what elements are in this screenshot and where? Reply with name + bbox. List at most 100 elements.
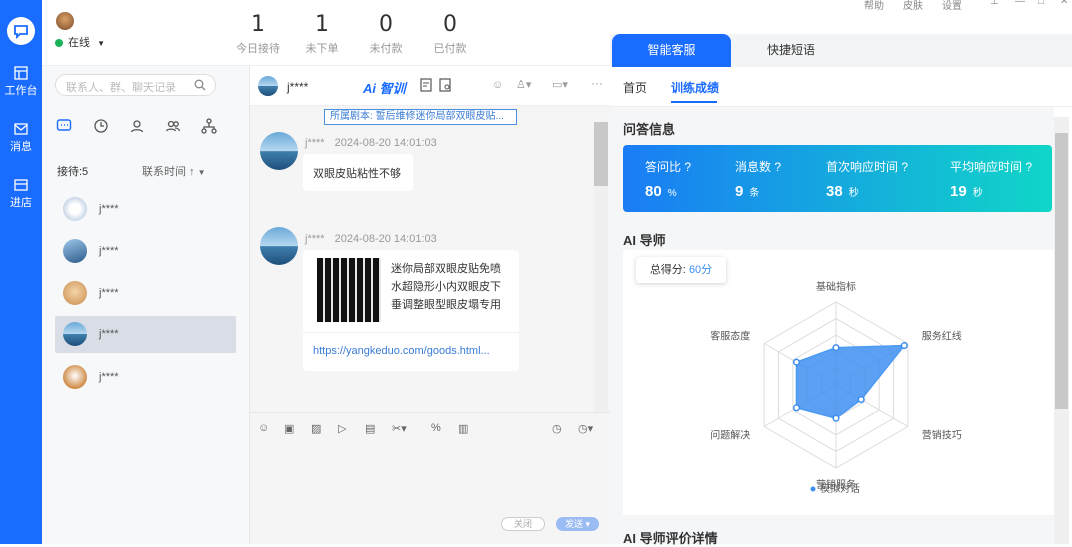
nav-item-messages[interactable]: 消息 (0, 122, 42, 154)
pin-icon[interactable]: ⊥ (990, 0, 999, 7)
sort-dropdown[interactable]: 联系时间 ↑ ▼ (142, 163, 206, 179)
emoji-status-icon[interactable]: ☺ (492, 79, 503, 91)
top-header: 在线 ▼ 1 今日接待 1 未下单 0 未付款 0 已付款 (42, 0, 610, 66)
group-tab-icon[interactable] (165, 118, 181, 137)
ai-panel: 帮助 皮肤 设置 ⊥ — □ ✕ 智能客服 快捷短语 首页 训练成绩 问答信息 … (610, 0, 1072, 546)
percent-icon[interactable]: % (431, 422, 441, 434)
radar-chart: 基础指标服务红线营销技巧营销服务问题解决客服态度模拟对话 (710, 280, 961, 495)
help-menu[interactable]: 帮助 (864, 0, 884, 12)
avatar (258, 76, 278, 96)
stat-value: 0 (443, 12, 457, 37)
subtab-home[interactable]: 首页 (623, 79, 647, 96)
metric-label: 消息数 (735, 160, 772, 174)
metric-unit: 条 (749, 188, 760, 199)
metric-message-count: 消息数 ? 9 条 (735, 158, 781, 200)
avatar (260, 227, 298, 265)
send-label: 发送 (564, 519, 583, 529)
search-input[interactable]: 联系人、群、聊天记录 (55, 74, 216, 96)
contact-item-selected[interactable]: j**** (55, 316, 236, 353)
chat-tab-icon[interactable] (56, 118, 72, 137)
video-icon[interactable]: ▭▾ (552, 78, 568, 91)
settings-menu[interactable]: 设置 (942, 0, 962, 12)
online-status-dot (55, 39, 63, 47)
clipboard-icon[interactable]: ▥ (458, 422, 468, 435)
help-icon[interactable]: ? (684, 160, 691, 174)
help-icon[interactable]: ? (1025, 160, 1032, 174)
send-button[interactable]: 发送 ▾ (556, 517, 599, 531)
chat-scrollbar[interactable] (594, 122, 608, 412)
avatar (63, 322, 87, 346)
nav-item-store[interactable]: 进店 (0, 178, 42, 210)
radar-point (832, 344, 840, 352)
emoji-icon[interactable]: ☺ (258, 422, 269, 434)
search-placeholder: 联系人、群、聊天记录 (66, 82, 176, 94)
contact-item[interactable]: j**** (55, 191, 236, 228)
org-tab-icon[interactable] (201, 118, 217, 137)
minimize-icon[interactable]: — (1015, 0, 1025, 7)
tab-smart-service[interactable]: 智能客服 (612, 34, 731, 67)
more-icon[interactable]: ··· (591, 76, 603, 90)
stat-value: 0 (379, 12, 393, 37)
message-meta: j**** 2024-08-20 14:01:03 (305, 231, 437, 245)
ai-train-button[interactable]: Ai 智训 (363, 78, 406, 97)
app-logo[interactable] (7, 17, 35, 45)
stat-unpaid: 0 未付款 (356, 12, 416, 56)
user-avatar[interactable] (56, 12, 74, 30)
text-format-icon[interactable]: ▣ (284, 422, 294, 435)
sort-arrow-icon: ↑ (189, 166, 195, 178)
avatar (63, 197, 87, 221)
image-icon[interactable]: ▨ (311, 422, 321, 435)
tab-quick-phrases[interactable]: 快捷短语 (731, 34, 851, 67)
mentor-section-title: AI 导师 (623, 233, 666, 248)
metric-label: 答问比 (645, 160, 682, 174)
scroll-thumb[interactable] (1055, 133, 1068, 409)
clock-tab-icon[interactable] (93, 118, 109, 137)
radar-point (832, 414, 840, 422)
product-card[interactable]: 迷你局部双眼皮贴免喷水超隐形小内双眼皮下垂调整眼型眼皮塌专用 https://y… (303, 250, 519, 371)
stat-today: 1 今日接待 (228, 12, 288, 56)
order-icon[interactable] (439, 78, 451, 95)
user-menu-icon[interactable]: ♙▾ (516, 78, 531, 91)
panel-scrollbar[interactable] (1054, 117, 1069, 544)
search-icon[interactable] (194, 79, 206, 91)
metric-value: 80 (645, 183, 662, 200)
scroll-thumb[interactable] (594, 122, 608, 186)
schedule-icon[interactable]: ◷▾ (578, 422, 593, 435)
nav-item-workbench[interactable]: 工作台 (0, 66, 42, 98)
close-window-icon[interactable]: ✕ (1060, 0, 1068, 7)
script-banner[interactable]: 所属剧本: 誓后维修迷你局部双眼皮贴... (324, 109, 517, 125)
avatar (63, 239, 87, 263)
user-tab-icon[interactable] (129, 118, 145, 137)
subtab-training-results[interactable]: 训练成绩 (671, 79, 719, 96)
contact-item[interactable]: j**** (55, 359, 236, 396)
contact-item[interactable]: j**** (55, 233, 236, 270)
workbench-icon (14, 66, 28, 80)
message-time: 2024-08-20 14:01:03 (334, 233, 437, 245)
sort-label: 联系时间 (142, 166, 186, 178)
help-icon[interactable]: ? (901, 160, 908, 174)
note-icon[interactable] (420, 78, 432, 95)
radar-point (900, 342, 908, 350)
history-icon[interactable]: ◷ (552, 422, 562, 435)
chevron-down-icon: ▼ (197, 168, 206, 177)
maximize-icon[interactable]: □ (1038, 0, 1044, 7)
cut-icon[interactable]: ✂▾ (392, 422, 407, 435)
product-title: 迷你局部双眼皮贴免喷水超隐形小内双眼皮下垂调整眼型眼皮塌专用 (391, 263, 501, 311)
subtab-underline (671, 101, 717, 103)
avatar (260, 132, 298, 170)
metric-answer-ratio: 答问比 ? 80% (645, 158, 691, 200)
product-link[interactable]: https://yangkeduo.com/goods.html... (313, 345, 490, 357)
radar-point (857, 395, 865, 404)
metric-unit: 秒 (848, 188, 859, 199)
close-button[interactable]: 关闭 (501, 517, 545, 531)
contact-item[interactable]: j**** (55, 275, 236, 312)
video-clip-icon[interactable]: ▷ (338, 422, 346, 435)
status-selector[interactable]: 在线 ▼ (55, 34, 105, 50)
reception-count: 接待:5 (57, 166, 89, 178)
radar-series-area (795, 344, 906, 420)
metric-value: 38 (826, 183, 843, 200)
skin-menu[interactable]: 皮肤 (903, 0, 923, 12)
help-icon[interactable]: ? (774, 160, 781, 174)
chat-logo-icon (14, 25, 28, 40)
file-icon[interactable]: ▤ (365, 422, 375, 435)
